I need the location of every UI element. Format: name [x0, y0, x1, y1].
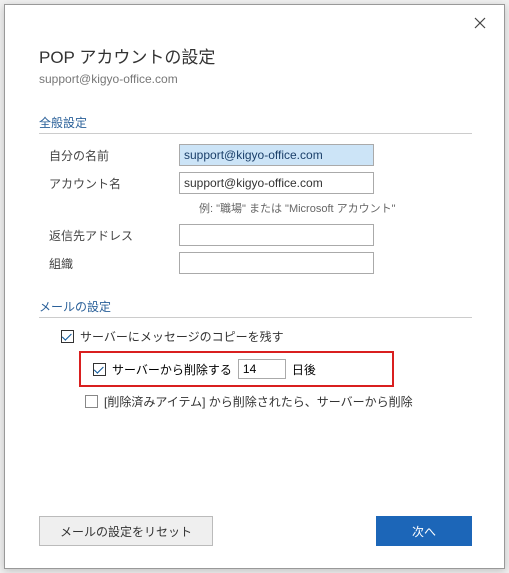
label-leave-copy: サーバーにメッセージのコピーを残す	[80, 328, 284, 345]
row-reply-address: 返信先アドレス	[39, 224, 472, 246]
next-button[interactable]: 次へ	[376, 516, 472, 546]
close-icon	[474, 17, 486, 29]
checkbox-row-remove-if-deleted[interactable]: [削除済みアイテム] から削除されたら、サーバーから削除	[85, 393, 472, 410]
pop-account-settings-dialog: POP アカウントの設定 support@kigyo-office.com 全般…	[4, 4, 505, 569]
label-reply-address: 返信先アドレス	[39, 227, 179, 244]
row-account-name: アカウント名	[39, 172, 472, 194]
input-your-name[interactable]	[179, 144, 374, 166]
label-organization: 組織	[39, 255, 179, 272]
row-your-name: 自分の名前	[39, 144, 472, 166]
label-delete-after: サーバーから削除する	[112, 361, 232, 378]
checkbox-row-leave-copy[interactable]: サーバーにメッセージのコピーを残す	[61, 328, 472, 345]
highlight-delete-after: サーバーから削除する 日後	[79, 351, 394, 387]
account-name-hint: 例: "職場" または "Microsoft アカウント"	[199, 200, 472, 216]
close-button[interactable]	[470, 13, 490, 33]
checkbox-remove-if-deleted[interactable]	[85, 395, 98, 408]
input-reply-address[interactable]	[179, 224, 374, 246]
label-remove-if-deleted: [削除済みアイテム] から削除されたら、サーバーから削除	[104, 393, 413, 410]
checkbox-delete-after[interactable]	[93, 363, 106, 376]
label-your-name: 自分の名前	[39, 147, 179, 164]
input-account-name[interactable]	[179, 172, 374, 194]
checkbox-leave-copy[interactable]	[61, 330, 74, 343]
row-organization: 組織	[39, 252, 472, 274]
reset-mail-settings-button[interactable]: メールの設定をリセット	[39, 516, 213, 546]
input-delete-after-days[interactable]	[238, 359, 286, 379]
dialog-footer: メールの設定をリセット 次へ	[39, 516, 472, 546]
label-delete-after-suffix: 日後	[292, 361, 316, 378]
section-header-general: 全般設定	[39, 114, 472, 134]
section-header-mail: メールの設定	[39, 298, 472, 318]
input-organization[interactable]	[179, 252, 374, 274]
dialog-title: POP アカウントの設定	[39, 43, 472, 68]
label-account-name: アカウント名	[39, 175, 179, 192]
dialog-subtitle: support@kigyo-office.com	[39, 72, 472, 86]
